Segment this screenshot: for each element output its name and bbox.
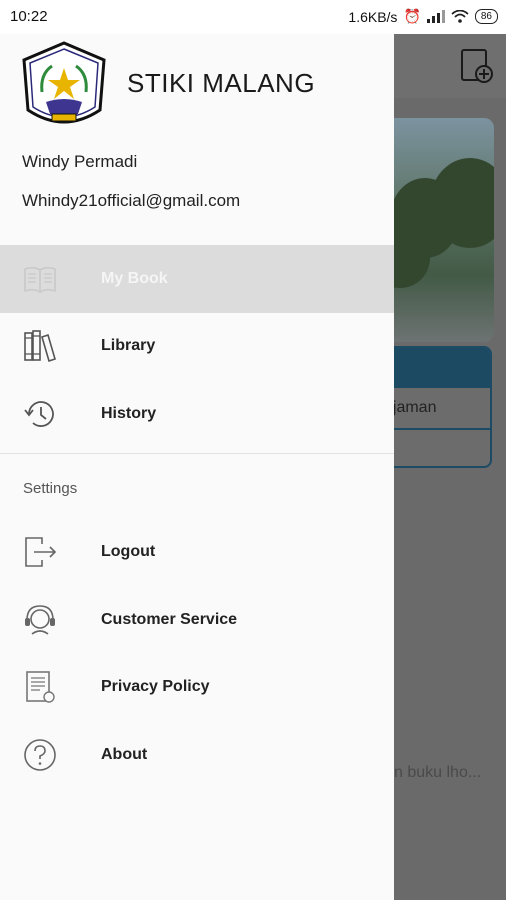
menu-divider (0, 452, 394, 454)
navigation-drawer: STIKI MALANG Windy Permadi Whindy21offic… (0, 34, 394, 900)
background-toolbar (394, 34, 506, 98)
status-time: 10:22 (10, 8, 48, 25)
stiki-logo (22, 41, 106, 124)
status-indicators: 1.6KB/s ⏰ 86 (348, 8, 498, 25)
menu-item-label: Logout (101, 543, 156, 561)
alarm-icon: ⏰ (403, 8, 421, 24)
background-hint: n buku lho... (394, 764, 482, 781)
menu-item-about[interactable]: About (0, 721, 394, 789)
help-icon (24, 738, 56, 771)
add-book-icon[interactable] (460, 48, 494, 84)
drawer-menu: My Book Library History Settings Logout … (0, 245, 394, 789)
books-shelf-icon (24, 330, 56, 363)
user-email: Whindy21official@gmail.com (22, 191, 241, 210)
organization-name: STIKI MALANG (127, 68, 316, 98)
logout-icon (25, 537, 57, 568)
menu-item-my-book[interactable]: My Book (0, 245, 394, 313)
menu-item-logout[interactable]: Logout (0, 519, 394, 587)
drawer-header: STIKI MALANG Windy Permadi Whindy21offic… (0, 34, 394, 234)
menu-item-library[interactable]: Library (0, 313, 394, 381)
menu-item-privacy-policy[interactable]: Privacy Policy (0, 654, 394, 722)
background-card-label: njaman (382, 388, 490, 430)
menu-item-label: About (101, 745, 148, 763)
signal-icon (426, 10, 445, 23)
menu-item-customer-service[interactable]: Customer Service (0, 586, 394, 654)
menu-item-label: History (101, 404, 157, 422)
wifi-icon (451, 10, 469, 23)
menu-item-label: My Book (101, 269, 168, 287)
user-name: Windy Permadi (22, 152, 138, 171)
campus-photo (380, 118, 494, 342)
menu-item-label: Privacy Policy (101, 678, 210, 696)
battery-icon: 86 (474, 9, 498, 24)
settings-section-label: Settings (23, 479, 78, 497)
history-icon (24, 400, 54, 427)
open-book-icon (24, 266, 56, 293)
network-speed: 1.6KB/s (348, 8, 398, 25)
background-card: njaman (380, 346, 492, 468)
menu-item-label: Library (101, 337, 156, 355)
menu-item-history[interactable]: History (0, 380, 394, 448)
document-icon (26, 671, 55, 703)
menu-item-label: Customer Service (101, 610, 238, 628)
status-bar: 10:22 1.6KB/s ⏰ 86 (0, 0, 506, 34)
headset-icon (25, 604, 55, 635)
